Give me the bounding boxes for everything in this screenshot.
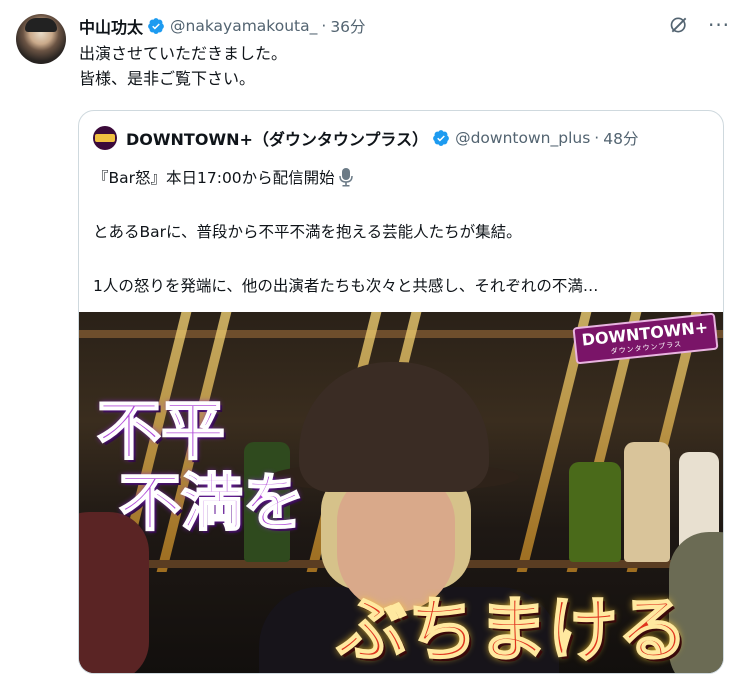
caption-left-2: 不満を	[118, 465, 306, 540]
author-handle[interactable]: @nakayamakouta_	[170, 17, 317, 35]
quoted-author-handle: @downtown_plus	[455, 129, 591, 147]
grok-icon[interactable]	[668, 14, 690, 36]
more-options-icon[interactable]: ···	[708, 14, 730, 36]
author-avatar[interactable]	[16, 14, 66, 64]
quoted-tweet-text: 『Bar怒』本日17:00から配信開始 とあるBarに、普段から不平不満を抱える…	[93, 166, 709, 298]
separator-dot: ·	[321, 17, 327, 35]
quoted-tweet-timestamp: 48分	[603, 130, 639, 148]
tweet: 中山功太 @nakayamakouta_ · 36分 ··· 出演させていただき…	[0, 0, 752, 687]
microphone-icon	[338, 167, 353, 187]
author-display-name[interactable]: 中山功太	[79, 14, 143, 38]
quoted-author-display-name: DOWNTOWN+（ダウンタウンプラス）	[126, 130, 429, 149]
header-actions: ···	[668, 14, 730, 36]
verified-badge-icon	[432, 129, 450, 147]
quoted-author-avatar	[93, 126, 117, 150]
tweet-header: 中山功太 @nakayamakouta_ · 36分	[79, 14, 366, 38]
bottle	[624, 442, 670, 562]
quoted-tweet-media-image[interactable]: 不平 不満を ぶちまける DOWNTOWN+ ダウンタウンプラス	[79, 312, 723, 673]
downtown-plus-logo: DOWNTOWN+ ダウンタウンプラス	[572, 312, 719, 365]
avatar-cap	[25, 18, 57, 32]
quoted-tweet[interactable]: DOWNTOWN+（ダウンタウンプラス） @downtown_plus · 48…	[78, 110, 724, 674]
verified-badge-icon	[147, 17, 165, 35]
separator-dot: ·	[594, 129, 600, 147]
caption-bottom: ぶちまける	[336, 587, 689, 672]
quoted-text-line-1: 『Bar怒』本日17:00から配信開始	[93, 166, 709, 190]
quoted-tweet-header: DOWNTOWN+（ダウンタウンプラス） @downtown_plus · 48…	[93, 125, 638, 151]
quoted-text-line-2: とあるBarに、普段から不平不満を抱える芸能人たちが集結。	[93, 223, 522, 241]
quoted-text-line-1-content: 『Bar怒』本日17:00から配信開始	[93, 169, 335, 187]
quoted-text-line-3: 1人の怒りを発端に、他の出演者たちも次々と共感し、それぞれの不満…	[93, 277, 599, 295]
tweet-timestamp[interactable]: 36分	[330, 15, 365, 37]
tweet-text: 出演させていただきました。 皆様、是非ご覧下さい。	[79, 44, 288, 88]
